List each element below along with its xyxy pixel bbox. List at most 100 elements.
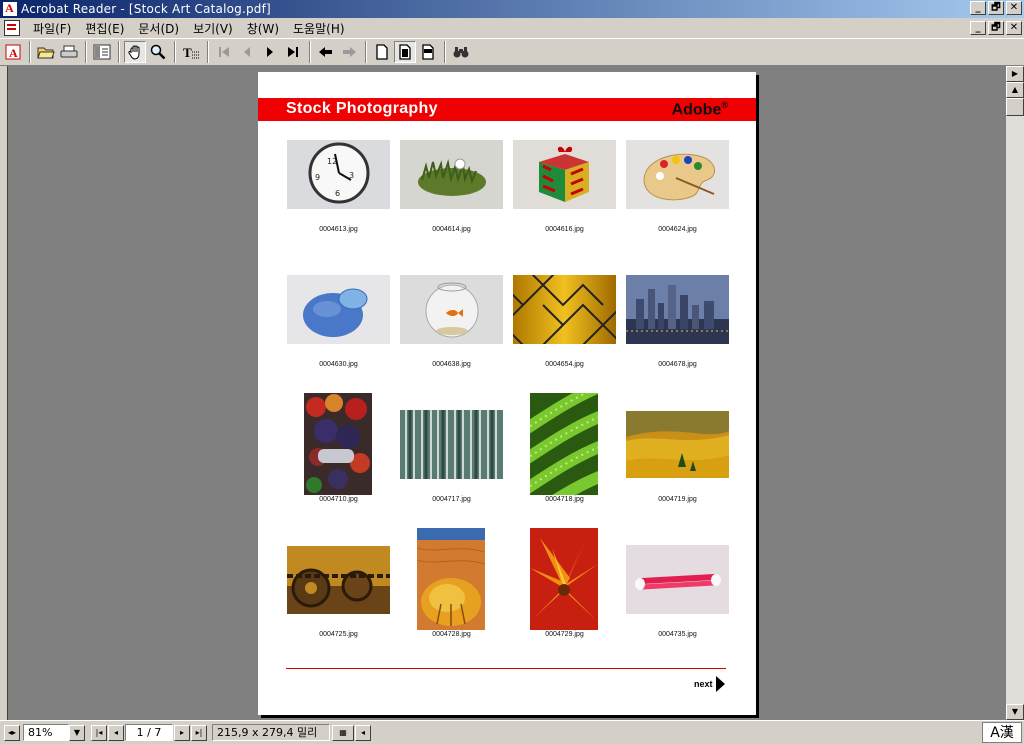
- actual-size-icon[interactable]: [371, 41, 393, 63]
- scroll-down-icon[interactable]: ▼: [1006, 704, 1024, 720]
- window-title: Acrobat Reader - [Stock Art Catalog.pdf]: [21, 2, 271, 16]
- next-page-button[interactable]: ▸: [174, 724, 190, 741]
- document-menu-icon[interactable]: [4, 20, 20, 36]
- menu-help[interactable]: 도움말(H): [286, 20, 352, 37]
- first-page-button[interactable]: |◂: [91, 724, 107, 741]
- thumbnail-filename: 0004728.jpg: [432, 631, 471, 638]
- thumbnail[interactable]: 0004729.jpg: [513, 528, 616, 645]
- chain-link-fence-image: [502, 264, 624, 346]
- next-label: next: [694, 679, 713, 689]
- hand-tool-icon[interactable]: [124, 41, 146, 63]
- acrobat-logo-icon[interactable]: A: [2, 41, 24, 63]
- swabs-image: [626, 545, 729, 614]
- rusty-gear-chain-image: [287, 546, 390, 614]
- thumbnail-filename: 0004729.jpg: [545, 631, 584, 638]
- next-arrow-icon: [715, 676, 725, 692]
- scroll-thumb[interactable]: [1006, 98, 1024, 116]
- ime-indicator[interactable]: A漢: [982, 722, 1022, 743]
- next-page-icon[interactable]: [259, 41, 281, 63]
- page-banner: Stock Photography Adobe®: [258, 98, 756, 121]
- document-viewport[interactable]: Stock Photography Adobe® 12 3 6 9 0004613.j…: [8, 66, 1006, 720]
- go-forward-icon[interactable]: [338, 41, 360, 63]
- show-hide-navigation-icon[interactable]: [91, 41, 113, 63]
- toolbar-separator: [85, 41, 87, 63]
- svg-text:9: 9: [315, 173, 320, 182]
- thumbnail[interactable]: 0004710.jpg: [287, 393, 390, 510]
- thumbnail[interactable]: 0004616.jpg: [513, 140, 616, 240]
- thumbnail[interactable]: 0004624.jpg: [626, 140, 729, 240]
- page-size-readout: 215,9 x 279,4 밀리: [212, 724, 330, 741]
- thumbnail-filename: 0004718.jpg: [545, 496, 584, 503]
- menu-window[interactable]: 창(W): [240, 20, 286, 37]
- thumbnail[interactable]: 0004725.jpg: [287, 528, 390, 645]
- thumbnail[interactable]: 0004654.jpg: [502, 264, 624, 375]
- thumbnail[interactable]: 0004735.jpg: [626, 528, 729, 645]
- menu-view[interactable]: 보기(V): [186, 20, 240, 37]
- zoom-field[interactable]: 81%: [23, 724, 69, 741]
- menu-edit[interactable]: 편집(E): [78, 20, 131, 37]
- thumbnail[interactable]: 0004630.jpg: [287, 275, 390, 375]
- fit-width-icon[interactable]: [417, 41, 439, 63]
- restore-button[interactable]: 🗗: [988, 1, 1004, 15]
- banner-title: Stock Photography: [286, 100, 438, 117]
- aloe-leaves-image: [516, 377, 612, 528]
- scroll-up-icon[interactable]: ▲: [1006, 82, 1024, 98]
- open-icon[interactable]: [35, 41, 57, 63]
- title-bar: Acrobat Reader - [Stock Art Catalog.pdf]…: [0, 0, 1024, 18]
- clock-image: 12 3 6 9: [287, 140, 390, 209]
- thumbnail-filename: 0004616.jpg: [545, 226, 584, 233]
- grapes-harvest-image: [304, 393, 372, 495]
- toolbar-separator: [444, 41, 446, 63]
- print-icon[interactable]: [58, 41, 80, 63]
- expand-arrow-icon[interactable]: ▶: [1006, 66, 1024, 82]
- menu-file[interactable]: 파일(F): [26, 20, 78, 37]
- doc-close-button[interactable]: ✕: [1006, 21, 1022, 35]
- thumbnail[interactable]: 0004614.jpg: [400, 140, 503, 240]
- menu-document[interactable]: 문서(D): [131, 20, 186, 37]
- zoom-tool-icon[interactable]: [147, 41, 169, 63]
- navigation-pane-splitter[interactable]: [0, 66, 8, 720]
- previous-page-button[interactable]: ◂: [108, 724, 124, 741]
- thumbnail-filename: 0004710.jpg: [319, 496, 358, 503]
- zoom-resize-icon[interactable]: ◂▸: [4, 724, 20, 741]
- acrobat-app-icon[interactable]: [3, 1, 17, 16]
- thumbnail-filename: 0004614.jpg: [432, 226, 471, 233]
- toolbar: A T: [0, 38, 1024, 66]
- toolbar-separator: [174, 41, 176, 63]
- fit-page-icon[interactable]: [394, 41, 416, 63]
- go-back-icon[interactable]: [315, 41, 337, 63]
- thumbnail[interactable]: 12 3 6 9 0004613.jpg: [287, 140, 390, 240]
- doc-minimize-button[interactable]: _: [970, 21, 986, 35]
- next-link[interactable]: next: [694, 676, 725, 692]
- thumbnail[interactable]: 0004717.jpg: [400, 393, 503, 510]
- aspen-forest-image: [400, 410, 503, 479]
- zoom-dropdown-icon[interactable]: ▼: [69, 724, 85, 741]
- doc-restore-button[interactable]: 🗗: [988, 21, 1004, 35]
- toolbar-separator: [29, 41, 31, 63]
- thumbnail[interactable]: 0004719.jpg: [626, 393, 729, 510]
- text-select-tool-icon[interactable]: T: [180, 41, 202, 63]
- first-page-icon[interactable]: [213, 41, 235, 63]
- thumbnail[interactable]: 0004678.jpg: [626, 275, 729, 375]
- page-divider: [286, 668, 726, 669]
- thumbnail[interactable]: 0004638.jpg: [400, 275, 503, 375]
- vertical-scrollbar[interactable]: ▶ ▲ ▼: [1006, 66, 1024, 720]
- thumbnail-filename: 0004654.jpg: [545, 361, 584, 368]
- thumbnail-filename: 0004638.jpg: [432, 361, 471, 368]
- thumbnail[interactable]: 0004718.jpg: [513, 377, 616, 528]
- page-layout-icon[interactable]: ▦: [332, 724, 354, 741]
- thumbnail[interactable]: 0004728.jpg: [400, 528, 503, 645]
- minimize-button[interactable]: _: [970, 1, 986, 15]
- find-icon[interactable]: [450, 41, 472, 63]
- close-button[interactable]: ✕: [1006, 1, 1022, 15]
- previous-page-icon[interactable]: [236, 41, 258, 63]
- city-skyline-image: [626, 275, 729, 344]
- thumbnail-filename: 0004613.jpg: [319, 226, 358, 233]
- last-page-button[interactable]: ▸|: [191, 724, 207, 741]
- last-page-icon[interactable]: [282, 41, 304, 63]
- thumbnail-filename: 0004735.jpg: [658, 631, 697, 638]
- scroll-left-icon[interactable]: ◂: [355, 724, 371, 741]
- thumbnail-filename: 0004624.jpg: [658, 226, 697, 233]
- page-indicator[interactable]: 1 / 7: [125, 724, 173, 741]
- thumbnail-filename: 0004630.jpg: [319, 361, 358, 368]
